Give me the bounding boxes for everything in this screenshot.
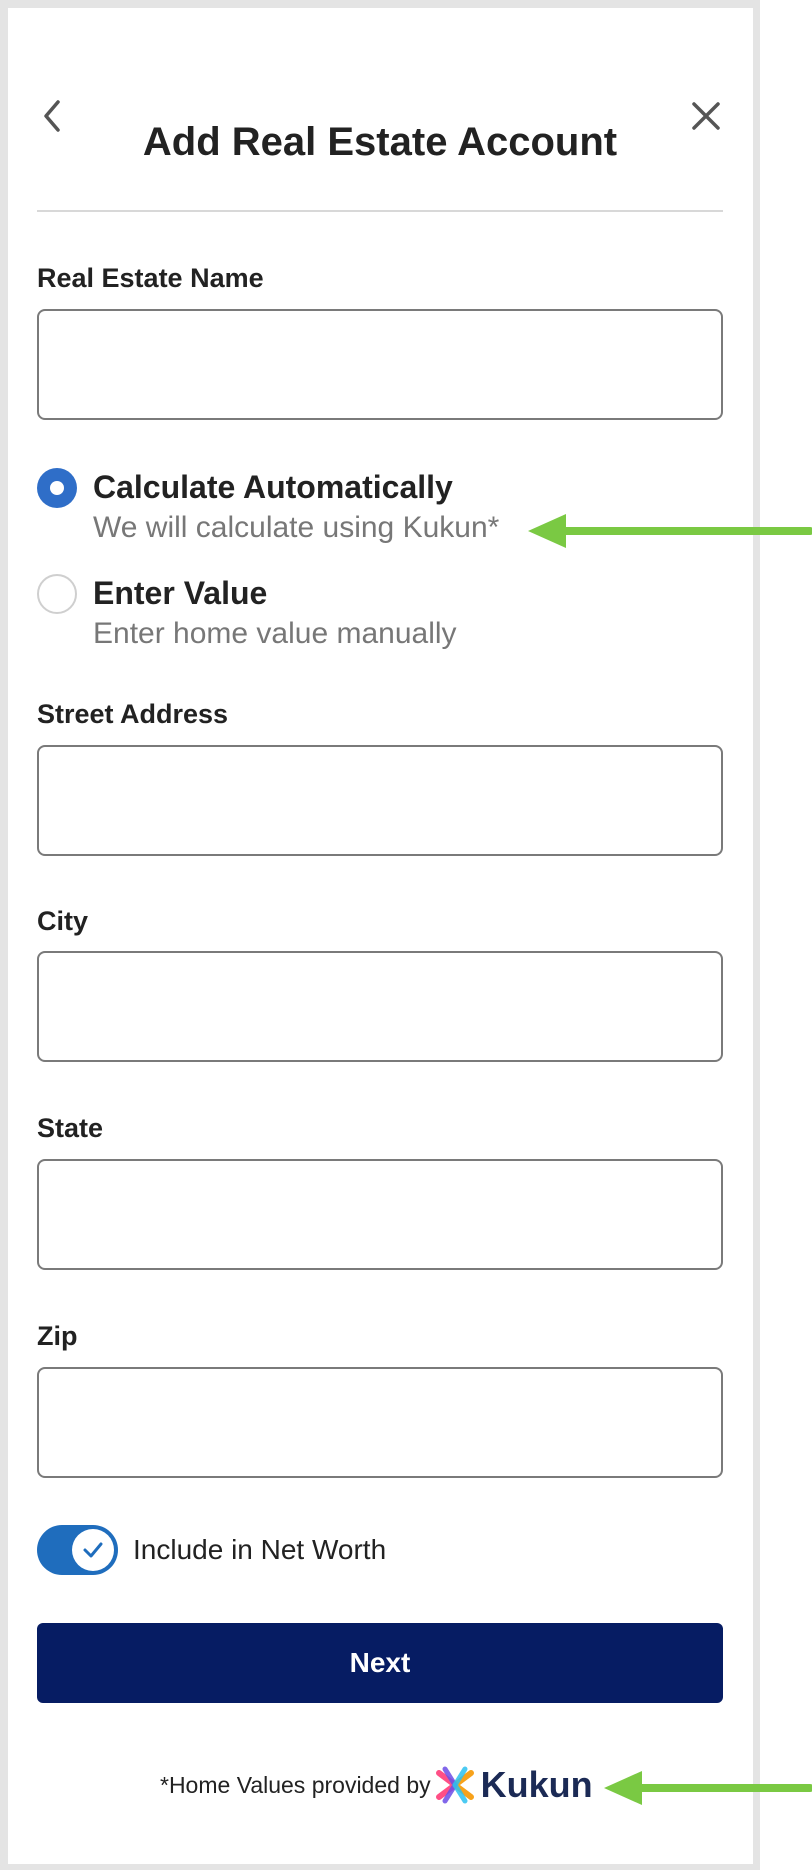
- state-input[interactable]: [37, 1159, 723, 1270]
- toggle-knob: [72, 1529, 114, 1571]
- zip-input[interactable]: [37, 1367, 723, 1478]
- checkmark-icon: [83, 1542, 103, 1558]
- enter-value-radio[interactable]: [37, 574, 77, 614]
- enter-value-subtitle: Enter home value manually: [93, 617, 457, 650]
- background-area: [760, 0, 812, 1870]
- footer-text: *Home Values provided by: [160, 1771, 431, 1798]
- city-input[interactable]: [37, 951, 723, 1062]
- calculate-automatically-subtitle: We will calculate using Kukun*: [93, 511, 500, 544]
- kukun-logo-icon: [435, 1766, 474, 1804]
- close-icon: [692, 102, 720, 130]
- close-button[interactable]: [686, 96, 726, 136]
- include-net-worth-label: Include in Net Worth: [133, 1534, 387, 1565]
- annotation-arrow-icon: [528, 514, 812, 548]
- page-title: Add Real Estate Account: [142, 120, 618, 164]
- zip-label: Zip: [37, 1321, 78, 1351]
- state-label: State: [37, 1113, 104, 1143]
- calculate-automatically-radio[interactable]: [37, 468, 77, 508]
- header-divider: [37, 210, 723, 212]
- next-button[interactable]: Next: [37, 1623, 723, 1703]
- enter-value-title[interactable]: Enter Value: [93, 575, 267, 612]
- kukun-brand: Kukun: [480, 1764, 593, 1805]
- street-address-label: Street Address: [37, 699, 229, 729]
- city-label: City: [37, 906, 89, 936]
- annotation-arrow-icon: [604, 1771, 812, 1805]
- footer-attribution: *Home Values provided by Kukun: [160, 1764, 593, 1806]
- real-estate-name-input[interactable]: [37, 309, 723, 420]
- street-address-input[interactable]: [37, 745, 723, 856]
- include-net-worth-toggle[interactable]: [37, 1525, 118, 1575]
- calculate-automatically-title[interactable]: Calculate Automatically: [93, 469, 453, 506]
- real-estate-name-label: Real Estate Name: [37, 263, 264, 293]
